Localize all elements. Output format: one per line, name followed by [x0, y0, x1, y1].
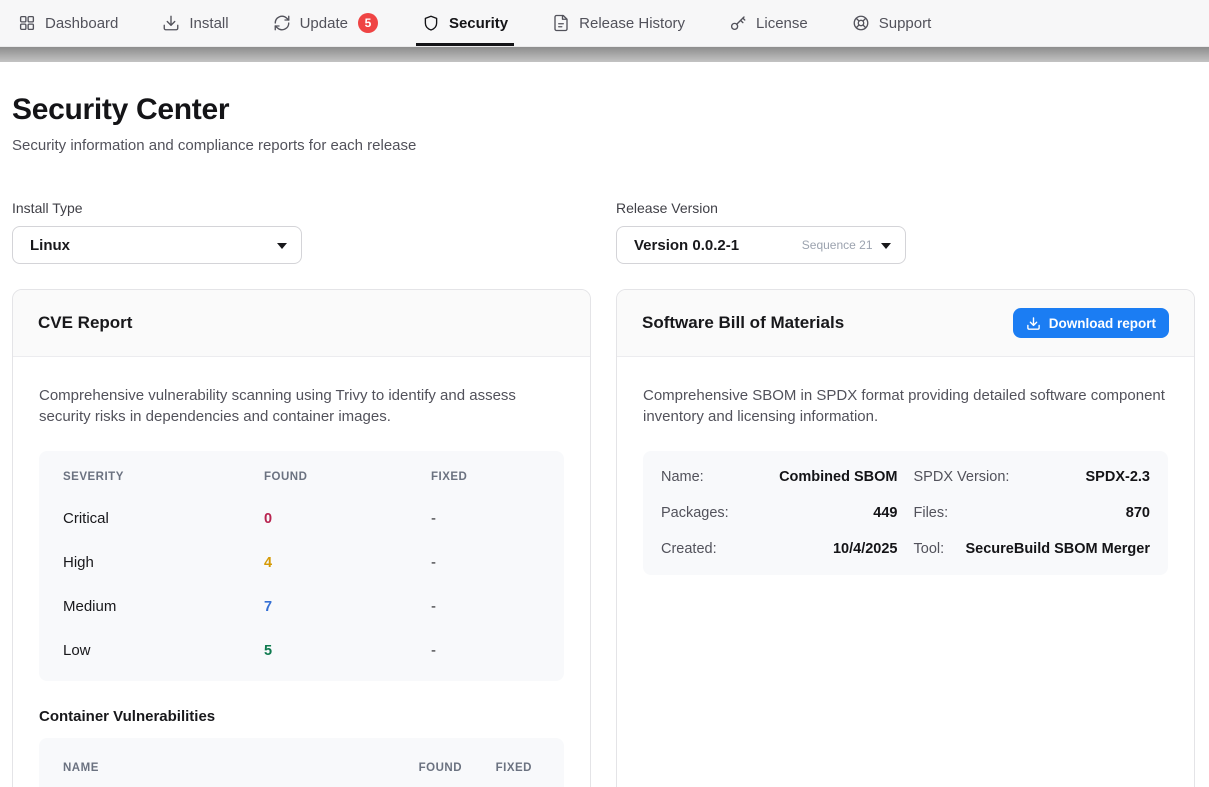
- severity-table: SEVERITY FOUND FIXED Critical 0 - High 4…: [39, 451, 564, 681]
- nav-item-support[interactable]: Support: [852, 0, 932, 46]
- sbom-details-grid: Name: Combined SBOM SPDX Version: SPDX-2…: [643, 451, 1168, 575]
- detail-value: 870: [1126, 505, 1150, 521]
- sbom-detail-spdx-version: SPDX Version: SPDX-2.3: [914, 459, 1151, 495]
- sbom-detail-created: Created: 10/4/2025: [661, 531, 898, 567]
- release-version-filter: Release Version Version 0.0.2-1 Sequence…: [616, 200, 1195, 264]
- col-found: FOUND: [264, 471, 431, 483]
- sbom-card-title: Software Bill of Materials: [642, 313, 844, 333]
- sbom-card-header: Software Bill of Materials Download repo…: [617, 290, 1194, 357]
- fixed-count: -: [431, 598, 540, 615]
- nav-item-dashboard[interactable]: Dashboard: [18, 0, 118, 46]
- nav-item-update[interactable]: Update 5: [273, 0, 378, 46]
- detail-value: Combined SBOM: [779, 469, 897, 485]
- sbom-card-body: Comprehensive SBOM in SPDX format provid…: [617, 357, 1194, 601]
- chevron-down-icon: [881, 236, 891, 254]
- release-version-label: Release Version: [616, 200, 1195, 216]
- sbom-detail-files: Files: 870: [914, 495, 1151, 531]
- severity-name: High: [63, 554, 264, 571]
- detail-label: Created:: [661, 541, 717, 557]
- nav-item-security[interactable]: Security: [422, 0, 508, 46]
- col-name: NAME: [63, 762, 402, 774]
- nav-item-install[interactable]: Install: [162, 0, 228, 46]
- chevron-down-icon: [277, 236, 287, 254]
- col-severity: SEVERITY: [63, 471, 264, 483]
- top-navigation: Dashboard Install Update 5 Security: [0, 0, 1209, 47]
- detail-label: Name:: [661, 469, 704, 485]
- table-row: High 4 -: [39, 541, 564, 585]
- nav-label: Security: [449, 15, 508, 32]
- release-version-value: Version 0.0.2-1: [634, 237, 739, 254]
- cve-card-title: CVE Report: [38, 313, 132, 333]
- found-count: 7: [264, 599, 431, 615]
- sbom-detail-tool: Tool: SecureBuild SBOM Merger: [914, 531, 1151, 567]
- main-content: Security Center Security information and…: [0, 93, 1209, 787]
- install-type-select[interactable]: Linux: [12, 226, 302, 264]
- severity-name: Critical: [63, 510, 264, 527]
- detail-value: 449: [873, 505, 897, 521]
- col-found: FOUND: [402, 762, 462, 774]
- key-icon: [729, 14, 747, 32]
- page-title: Security Center: [12, 93, 1195, 127]
- sbom-card: Software Bill of Materials Download repo…: [616, 289, 1195, 787]
- col-fixed: FIXED: [462, 762, 532, 774]
- table-row: Medium 7 -: [39, 585, 564, 629]
- life-buoy-icon: [852, 14, 870, 32]
- cve-card-body: Comprehensive vulnerability scanning usi…: [13, 357, 590, 787]
- release-version-select[interactable]: Version 0.0.2-1 Sequence 21: [616, 226, 906, 264]
- release-sequence-label: Sequence 21: [802, 238, 873, 252]
- download-report-button[interactable]: Download report: [1013, 308, 1169, 338]
- refresh-icon: [273, 14, 291, 32]
- dashboard-grid-icon: [18, 14, 36, 32]
- severity-name: Low: [63, 642, 264, 659]
- detail-label: Packages:: [661, 505, 729, 521]
- nav-label: Release History: [579, 15, 685, 32]
- severity-name: Medium: [63, 598, 264, 615]
- fixed-count: -: [431, 510, 540, 527]
- nav-label: Dashboard: [45, 15, 118, 32]
- sbom-description: Comprehensive SBOM in SPDX format provid…: [643, 385, 1168, 428]
- container-vulnerabilities-title: Container Vulnerabilities: [39, 708, 564, 725]
- update-count-badge: 5: [358, 13, 378, 33]
- sbom-detail-packages: Packages: 449: [661, 495, 898, 531]
- download-icon: [162, 14, 180, 32]
- download-icon: [1026, 316, 1041, 331]
- install-type-label: Install Type: [12, 200, 591, 216]
- cve-report-card: CVE Report Comprehensive vulnerability s…: [12, 289, 591, 787]
- detail-value: SecureBuild SBOM Merger: [965, 541, 1150, 557]
- cards-row: CVE Report Comprehensive vulnerability s…: [12, 289, 1195, 787]
- found-count: 0: [264, 511, 431, 527]
- cve-card-header: CVE Report: [13, 290, 590, 357]
- sbom-detail-name: Name: Combined SBOM: [661, 459, 898, 495]
- found-count: 5: [264, 643, 431, 659]
- detail-value: 10/4/2025: [833, 541, 898, 557]
- container-vulnerabilities-header: NAME FOUND FIXED: [39, 738, 564, 787]
- header-shadow-band: [0, 47, 1209, 62]
- severity-table-header: SEVERITY FOUND FIXED: [39, 457, 564, 497]
- install-type-value: Linux: [30, 237, 70, 254]
- file-text-icon: [552, 14, 570, 32]
- nav-label: Install: [189, 15, 228, 32]
- detail-label: Tool:: [914, 541, 945, 557]
- nav-label: Update: [300, 15, 348, 32]
- download-report-label: Download report: [1049, 316, 1156, 331]
- page-subtitle: Security information and compliance repo…: [12, 137, 1195, 154]
- shield-icon: [422, 14, 440, 32]
- found-count: 4: [264, 555, 431, 571]
- nav-label: License: [756, 15, 808, 32]
- table-row: Low 5 -: [39, 629, 564, 673]
- detail-label: SPDX Version:: [914, 469, 1010, 485]
- detail-label: Files:: [914, 505, 949, 521]
- table-row: Critical 0 -: [39, 497, 564, 541]
- nav-label: Support: [879, 15, 932, 32]
- nav-item-release-history[interactable]: Release History: [552, 0, 685, 46]
- fixed-count: -: [431, 554, 540, 571]
- col-fixed: FIXED: [431, 471, 540, 483]
- detail-value: SPDX-2.3: [1086, 469, 1150, 485]
- nav-item-license[interactable]: License: [729, 0, 808, 46]
- cve-description: Comprehensive vulnerability scanning usi…: [39, 385, 564, 428]
- fixed-count: -: [431, 642, 540, 659]
- filters-row: Install Type Linux Release Version Versi…: [12, 200, 1195, 264]
- install-type-filter: Install Type Linux: [12, 200, 591, 264]
